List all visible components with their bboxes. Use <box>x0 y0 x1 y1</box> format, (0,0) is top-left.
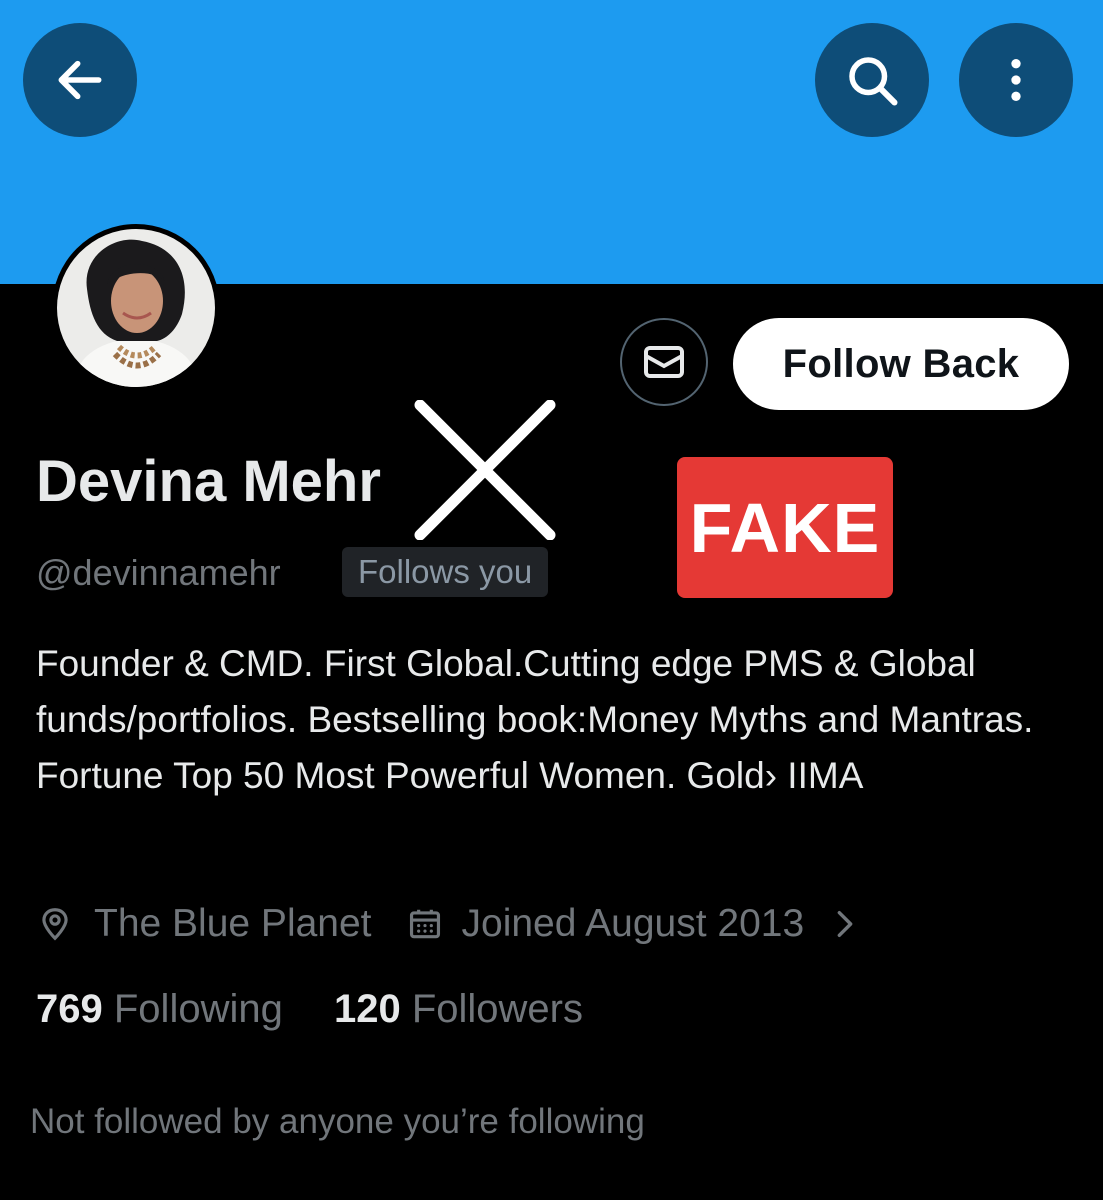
profile-meta: The Blue Planet Joined August 2013 <box>36 896 860 952</box>
followers-count: 120 <box>333 987 401 1031</box>
x-logo-icon <box>414 400 556 540</box>
message-button[interactable] <box>620 318 708 406</box>
back-button[interactable] <box>23 23 137 137</box>
fake-stamp: FAKE <box>677 457 893 598</box>
profile-handle: @devinnamehr <box>36 552 281 593</box>
envelope-icon <box>644 346 684 378</box>
mutual-followers-note: Not followed by anyone you’re following <box>30 1102 645 1141</box>
calendar-icon <box>406 905 444 943</box>
arrow-left-icon <box>58 60 102 100</box>
followers-label: Followers <box>411 987 583 1031</box>
more-options-button[interactable] <box>959 23 1073 137</box>
follow-counts: 769 Following 120 Followers <box>36 987 583 1032</box>
profile-joined-date: Joined August 2013 <box>461 902 805 945</box>
search-button[interactable] <box>815 23 929 137</box>
follow-back-button[interactable]: Follow Back <box>733 318 1069 410</box>
more-vertical-icon <box>1011 59 1021 101</box>
search-icon <box>849 57 898 106</box>
avatar[interactable] <box>52 224 220 392</box>
following-label: Following <box>113 987 283 1031</box>
profile-name: Devina Mehr <box>36 449 381 514</box>
profile-bio: Founder & CMD. First Global.Cutting edge… <box>36 643 1034 796</box>
location-pin-icon <box>36 905 74 943</box>
follows-you-badge: Follows you <box>342 547 549 597</box>
avatar-image <box>57 229 215 387</box>
following-count: 769 <box>36 987 103 1031</box>
following-link[interactable]: 769 Following <box>36 987 294 1031</box>
followers-link[interactable]: 120 Followers <box>334 987 583 1031</box>
chevron-right-icon[interactable] <box>830 907 860 941</box>
profile-location: The Blue Planet <box>94 902 372 945</box>
